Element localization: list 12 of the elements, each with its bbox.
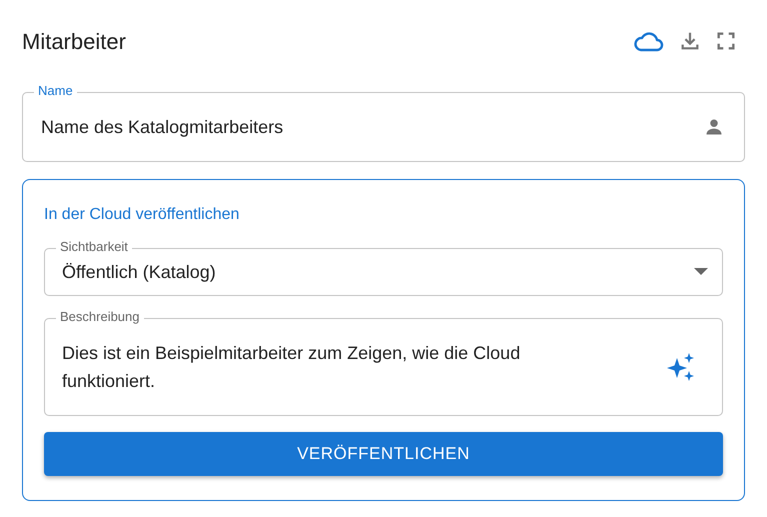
field-label: Beschreibung <box>56 309 144 325</box>
page-title: Mitarbeiter <box>22 28 126 56</box>
fullscreen-icon[interactable] <box>715 30 737 52</box>
select-value: Öffentlich (Katalog) <box>62 260 217 284</box>
card-title: In der Cloud veröffentlichen <box>44 205 240 225</box>
description-input[interactable]: Dies ist ein Beispielmitarbeiter zum Zeigen, wie die Cloud funktioniert. <box>62 339 582 395</box>
publish-button[interactable]: VERÖFFENTLICHEN <box>44 432 723 476</box>
sparkle-icon[interactable] <box>666 352 696 382</box>
dropdown-caret-icon <box>694 268 708 276</box>
person-icon <box>704 117 724 137</box>
name-input[interactable]: Name des Katalogmitarbeiters <box>41 114 704 140</box>
download-icon[interactable] <box>679 30 701 52</box>
